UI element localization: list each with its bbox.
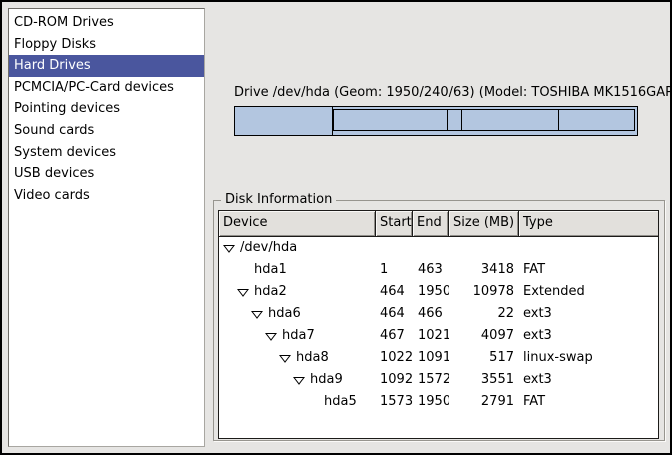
partition-divider-hda7 — [447, 110, 448, 130]
table-row[interactable]: hda6 464 466 22 ext3 — [219, 303, 658, 325]
table-row[interactable]: hda2 464 1950 10978 Extended — [219, 281, 658, 303]
end-cylinder: 1021 — [413, 325, 449, 347]
column-header-start[interactable]: Start — [376, 211, 413, 236]
size-mb: 3418 — [449, 259, 519, 281]
sidebar-item-pointing-devices[interactable]: Pointing devices — [9, 98, 204, 120]
end-cylinder: 1950 — [413, 281, 449, 303]
disk-information-label: Disk Information — [221, 192, 336, 207]
start-cylinder: 1 — [376, 259, 413, 281]
partition-type: FAT — [519, 391, 658, 413]
start-cylinder: 464 — [376, 303, 413, 325]
end-cylinder: 1950 — [413, 391, 449, 413]
table-row[interactable]: hda8 1022 1091 517 linux-swap — [219, 347, 658, 369]
table-row[interactable]: hda1 1 463 3418 FAT — [219, 259, 658, 281]
device-name: hda2 — [254, 281, 287, 303]
device-name: hda9 — [310, 369, 343, 391]
disk-information-table: Device Start End Size (MB) Type /dev/hda… — [218, 210, 659, 439]
column-header-type[interactable]: Type — [519, 211, 658, 236]
device-category-list: CD-ROM Drives Floppy Disks Hard Drives P… — [8, 8, 205, 447]
size-mb: 517 — [449, 347, 519, 369]
start-cylinder: 1092 — [376, 369, 413, 391]
device-name: hda6 — [268, 303, 301, 325]
start-cylinder — [376, 237, 413, 259]
table-row[interactable]: hda5 1573 1950 2791 FAT — [219, 391, 658, 413]
end-cylinder: 1572 — [413, 369, 449, 391]
sidebar-item-cdrom-drives[interactable]: CD-ROM Drives — [9, 12, 204, 34]
expander-icon[interactable] — [237, 288, 249, 297]
start-cylinder: 1022 — [376, 347, 413, 369]
size-mb: 2791 — [449, 391, 519, 413]
expander-icon[interactable] — [279, 354, 291, 363]
partition-type — [519, 237, 658, 259]
device-name: hda5 — [324, 391, 357, 413]
drive-title: Drive /dev/hda (Geom: 1950/240/63) (Mode… — [234, 85, 638, 100]
partition-divider-hda9 — [558, 110, 559, 130]
sidebar-item-sound-cards[interactable]: Sound cards — [9, 120, 204, 142]
partition-map — [234, 106, 638, 136]
device-name: hda7 — [282, 325, 315, 347]
start-cylinder: 464 — [376, 281, 413, 303]
end-cylinder: 1091 — [413, 347, 449, 369]
table-row[interactable]: hda9 1092 1572 3551 ext3 — [219, 369, 658, 391]
end-cylinder: 463 — [413, 259, 449, 281]
partition-divider-hda8 — [461, 110, 462, 130]
start-cylinder: 467 — [376, 325, 413, 347]
size-mb: 4097 — [449, 325, 519, 347]
partition-type: ext3 — [519, 325, 658, 347]
sidebar-item-usb-devices[interactable]: USB devices — [9, 163, 204, 185]
sidebar-item-hard-drives[interactable]: Hard Drives — [9, 55, 204, 77]
expander-icon[interactable] — [265, 332, 277, 341]
sidebar-item-pcmcia-devices[interactable]: PCMCIA/PC-Card devices — [9, 77, 204, 99]
expander-icon[interactable] — [223, 244, 235, 253]
table-row[interactable]: /dev/hda — [219, 237, 658, 259]
end-cylinder: 466 — [413, 303, 449, 325]
partition-type: ext3 — [519, 369, 658, 391]
column-header-size[interactable]: Size (MB) — [449, 211, 519, 236]
expander-icon[interactable] — [251, 310, 263, 319]
sidebar-item-video-cards[interactable]: Video cards — [9, 185, 204, 207]
extended-partition-box — [333, 109, 635, 131]
partition-type: ext3 — [519, 303, 658, 325]
size-mb: 22 — [449, 303, 519, 325]
device-name: /dev/hda — [240, 237, 297, 259]
table-row[interactable]: hda7 467 1021 4097 ext3 — [219, 325, 658, 347]
hardware-browser-window: CD-ROM Drives Floppy Disks Hard Drives P… — [0, 0, 672, 455]
device-name: hda8 — [296, 347, 329, 369]
expander-icon[interactable] — [293, 376, 305, 385]
column-header-device[interactable]: Device — [219, 211, 376, 236]
size-mb — [449, 237, 519, 259]
column-header-end[interactable]: End — [413, 211, 449, 236]
start-cylinder: 1573 — [376, 391, 413, 413]
size-mb: 10978 — [449, 281, 519, 303]
table-header: Device Start End Size (MB) Type — [219, 211, 658, 237]
sidebar-item-system-devices[interactable]: System devices — [9, 142, 204, 164]
partition-type: FAT — [519, 259, 658, 281]
partition-type: Extended — [519, 281, 658, 303]
size-mb: 3551 — [449, 369, 519, 391]
end-cylinder — [413, 237, 449, 259]
partition-type: linux-swap — [519, 347, 658, 369]
sidebar-item-floppy-disks[interactable]: Floppy Disks — [9, 34, 204, 56]
device-name: hda1 — [254, 259, 287, 281]
